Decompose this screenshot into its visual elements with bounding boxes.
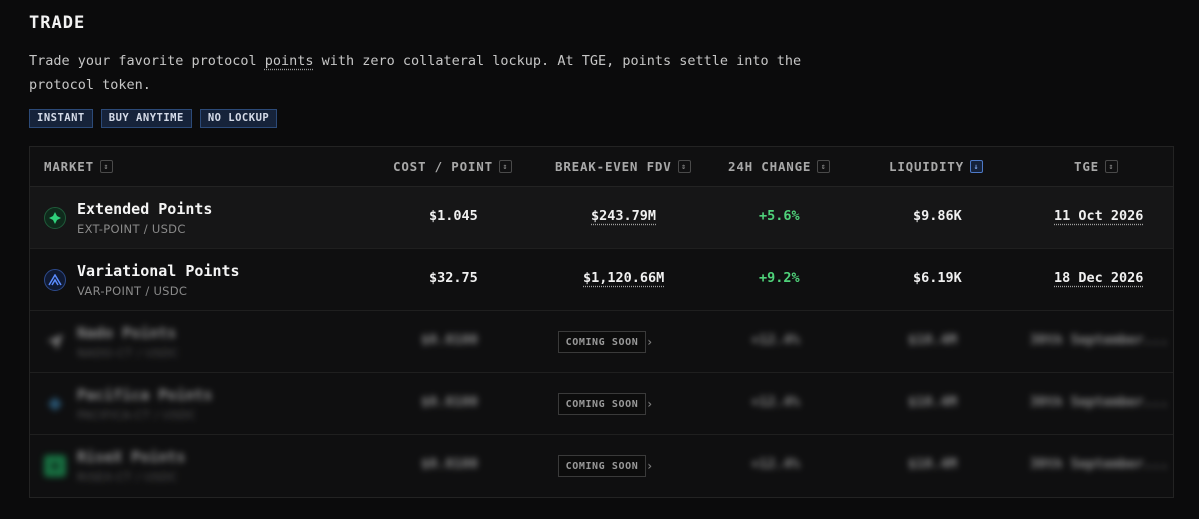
tag-instant: INSTANT <box>29 109 93 128</box>
market-pair: PACIFICA-CT / USDC <box>77 408 197 422</box>
cost-per-point: $0.0100 <box>421 332 478 348</box>
change-24h: +12.4% <box>751 332 800 348</box>
market-pair: VAR-POINT / USDC <box>77 284 188 298</box>
tag-buy-anytime: BUY ANYTIME <box>100 109 192 128</box>
cost-per-point: $1.045 <box>429 208 478 224</box>
page-title: TRADE <box>29 13 86 33</box>
header-cost[interactable]: COST / POINT ⇕ <box>393 159 512 174</box>
liquidity: $6.19K <box>913 270 962 286</box>
table-row-extended[interactable]: Extended Points EXT-POINT / USDC $1.045 … <box>30 187 1173 249</box>
table-row-variational[interactable]: Variational Points VAR-POINT / USDC $32.… <box>30 249 1173 311</box>
change-24h: +9.2% <box>759 270 800 286</box>
cost-per-point: $0.0100 <box>421 456 478 472</box>
coming-soon-badge: COMING SOON <box>558 331 646 353</box>
market-name: Nado Points <box>77 324 177 342</box>
market-name: Pacifica Points <box>77 386 213 404</box>
feature-tags: INSTANT BUY ANYTIME NO LOCKUP <box>29 109 278 128</box>
header-tge-label: TGE <box>1074 159 1099 174</box>
cost-per-point: $0.0100 <box>421 394 478 410</box>
page-description: Trade your favorite protocol points with… <box>29 49 819 97</box>
liquidity: $10.4M <box>908 456 957 472</box>
badge-edge: › <box>646 335 654 349</box>
liquidity: $10.4M <box>908 332 957 348</box>
header-market[interactable]: MARKET ⇕ <box>44 159 113 174</box>
table-row-nado: Nado Points NADO-CT / USDC $0.0100 +12.4… <box>30 311 1173 373</box>
sort-icon[interactable]: ⇕ <box>817 160 831 173</box>
sort-desc-icon[interactable]: ↓ <box>969 160 983 173</box>
markets-table: MARKET ⇕ COST / POINT ⇕ BREAK-EVEN FDV ⇕… <box>29 146 1174 498</box>
market-pair: RISEX-CT / USDC <box>77 470 178 484</box>
header-cost-label: COST / POINT <box>393 159 493 174</box>
table-row-pacifica: Pacifica Points PACIFICA-CT / USDC $0.01… <box>30 373 1173 435</box>
header-liquidity[interactable]: LIQUIDITY ↓ <box>889 159 983 174</box>
break-even-fdv: $243.79M <box>591 208 657 224</box>
coming-soon-badge: COMING SOON <box>558 393 646 415</box>
badge-edge: › <box>646 397 654 411</box>
header-fdv[interactable]: BREAK-EVEN FDV ⇕ <box>555 159 691 174</box>
tge-date: 18 Dec 2026 <box>1054 270 1144 286</box>
market-name: Extended Points <box>77 200 213 218</box>
tag-no-lockup: NO LOCKUP <box>199 109 278 128</box>
header-tge[interactable]: TGE ⇕ <box>1074 159 1118 174</box>
change-24h: +12.4% <box>751 456 800 472</box>
coming-soon-badge: COMING SOON <box>558 455 646 477</box>
liquidity: $10.4M <box>908 394 957 410</box>
risex-logo-icon <box>44 455 66 477</box>
header-market-label: MARKET <box>44 159 94 174</box>
extended-logo-icon <box>44 207 66 229</box>
sort-icon[interactable]: ⇕ <box>677 160 691 173</box>
sort-icon[interactable]: ⇕ <box>99 160 113 173</box>
variational-logo-icon <box>44 269 66 291</box>
market-name: Variational Points <box>77 262 240 280</box>
description-text: Trade your favorite protocol <box>29 53 265 69</box>
cost-per-point: $32.75 <box>429 270 478 286</box>
header-change-label: 24H CHANGE <box>728 159 812 174</box>
tge-date: 30th September... <box>1030 332 1169 348</box>
header-change[interactable]: 24H CHANGE ⇕ <box>728 159 831 174</box>
table-row-risex: RiseX Points RISEX-CT / USDC $0.0100 +12… <box>30 435 1173 497</box>
break-even-fdv: $1,120.66M <box>583 270 665 286</box>
change-24h: +5.6% <box>759 208 800 224</box>
paper-plane-icon <box>44 331 66 353</box>
market-pair: NADO-CT / USDC <box>77 346 179 360</box>
change-24h: +12.4% <box>751 394 800 410</box>
market-pair: EXT-POINT / USDC <box>77 222 186 236</box>
liquidity: $9.86K <box>913 208 962 224</box>
table-header: MARKET ⇕ COST / POINT ⇕ BREAK-EVEN FDV ⇕… <box>30 147 1173 187</box>
sort-icon[interactable]: ⇕ <box>1104 160 1118 173</box>
badge-edge: › <box>646 459 654 473</box>
header-fdv-label: BREAK-EVEN FDV <box>555 159 672 174</box>
pacifica-logo-icon <box>44 393 66 415</box>
market-name: RiseX Points <box>77 448 186 466</box>
points-link[interactable]: points <box>265 53 314 69</box>
tge-date: 30th September... <box>1030 456 1169 472</box>
sort-icon[interactable]: ⇕ <box>498 160 512 173</box>
tge-date: 11 Oct 2026 <box>1054 208 1144 224</box>
header-liquidity-label: LIQUIDITY <box>889 159 964 174</box>
tge-date: 30th September... <box>1030 394 1169 410</box>
